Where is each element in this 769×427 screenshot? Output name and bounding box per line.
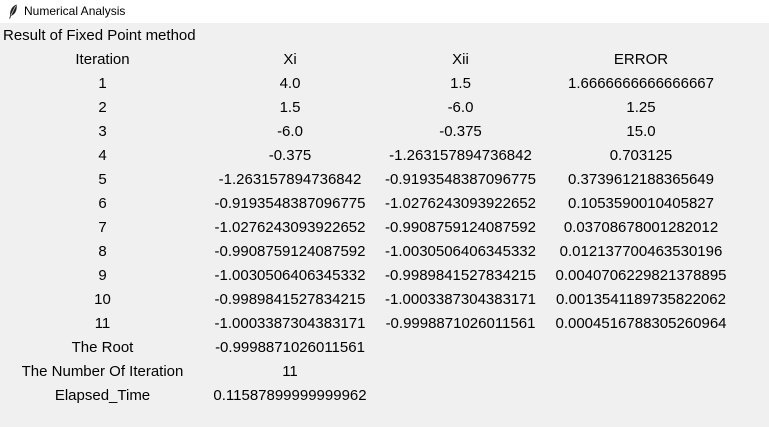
xi-cell: -0.375 <box>268 147 312 164</box>
iteration-cell: 5 <box>98 171 107 188</box>
xi-cell: 4.0 <box>279 75 301 92</box>
header-error: ERROR <box>613 51 669 68</box>
summary-value: 11 <box>282 363 298 380</box>
header-xii: Xii <box>452 51 469 68</box>
summary-label: The Number Of Iteration <box>21 363 184 380</box>
iteration-cell: 11 <box>94 315 111 332</box>
xi-cell: -0.9989841527834215 <box>214 291 366 308</box>
xii-cell: -1.0003387304383171 <box>385 291 536 308</box>
xii-cell: -0.9998871026011561 <box>385 315 536 332</box>
iteration-cell: 4 <box>98 147 107 164</box>
xi-cell: 1.5 <box>279 99 301 116</box>
empty-cell <box>375 384 546 408</box>
summary-value: 0.11587899999999962 <box>213 387 367 404</box>
iteration-cell: 10 <box>94 291 111 308</box>
xi-cell: -1.0030506406345332 <box>214 267 366 284</box>
xii-cell: -1.0030506406345332 <box>385 243 536 260</box>
header-iteration: Iteration <box>75 51 130 68</box>
empty-cell <box>546 384 736 408</box>
window-title: Numerical Analysis <box>24 4 126 18</box>
summary-label: Elapsed_Time <box>54 387 151 404</box>
xii-cell: -0.9193548387096775 <box>385 171 536 188</box>
empty-cell <box>546 360 736 384</box>
title-bar: Numerical Analysis <box>0 0 769 23</box>
iteration-cell: 8 <box>98 243 107 260</box>
error-cell: 0.012137700463530196 <box>559 243 723 260</box>
iteration-cell: 6 <box>98 195 107 212</box>
xii-cell: -1.0276243093922652 <box>385 195 536 212</box>
iteration-cell: 1 <box>98 75 107 92</box>
iteration-cell: 2 <box>98 99 107 116</box>
iteration-cell: 3 <box>98 123 107 140</box>
summary-value: -0.9998871026011561 <box>215 339 365 356</box>
xii-cell: -1.263157894736842 <box>389 147 532 164</box>
result-table: Iteration Xi Xii ERROR 1 4.0 1.5 1.66666666… <box>0 48 736 408</box>
error-cell: 0.03708678001282012 <box>563 219 719 236</box>
xii-cell: -6.0 <box>447 99 474 116</box>
error-cell: 1.6666666666666667 <box>568 75 714 92</box>
error-cell: 0.0013541189735822062 <box>556 291 726 308</box>
error-cell: 1.25 <box>626 99 656 116</box>
error-cell: 0.703125 <box>609 147 673 164</box>
xii-cell: 1.5 <box>450 75 471 92</box>
xi-cell: -1.0003387304383171 <box>214 315 366 332</box>
empty-cell <box>546 336 736 360</box>
xii-cell: -0.9989841527834215 <box>385 267 536 284</box>
error-cell: 0.0004516788305260964 <box>555 315 727 332</box>
xi-cell: -1.263157894736842 <box>218 171 362 188</box>
iteration-cell: 9 <box>98 267 107 284</box>
xii-cell: -0.9908759124087592 <box>385 219 536 236</box>
xi-cell: -0.9908759124087592 <box>214 243 366 260</box>
xi-cell: -1.0276243093922652 <box>214 219 366 236</box>
feather-icon <box>5 4 21 20</box>
xi-cell: -6.0 <box>277 123 303 140</box>
error-cell: 0.1053590010405827 <box>568 195 714 212</box>
error-cell: 0.0040706229821378895 <box>555 267 727 284</box>
iteration-cell: 7 <box>98 219 107 236</box>
empty-cell <box>375 360 546 384</box>
header-xi: Xi <box>283 51 297 68</box>
result-heading: Result of Fixed Point method <box>3 27 196 44</box>
error-cell: 0.3739612188365649 <box>568 171 714 188</box>
empty-cell <box>375 336 546 360</box>
xi-cell: -0.9193548387096775 <box>214 195 366 212</box>
summary-label: The Root <box>71 339 134 356</box>
xii-cell: -0.375 <box>439 123 482 140</box>
error-cell: 15.0 <box>626 123 656 140</box>
